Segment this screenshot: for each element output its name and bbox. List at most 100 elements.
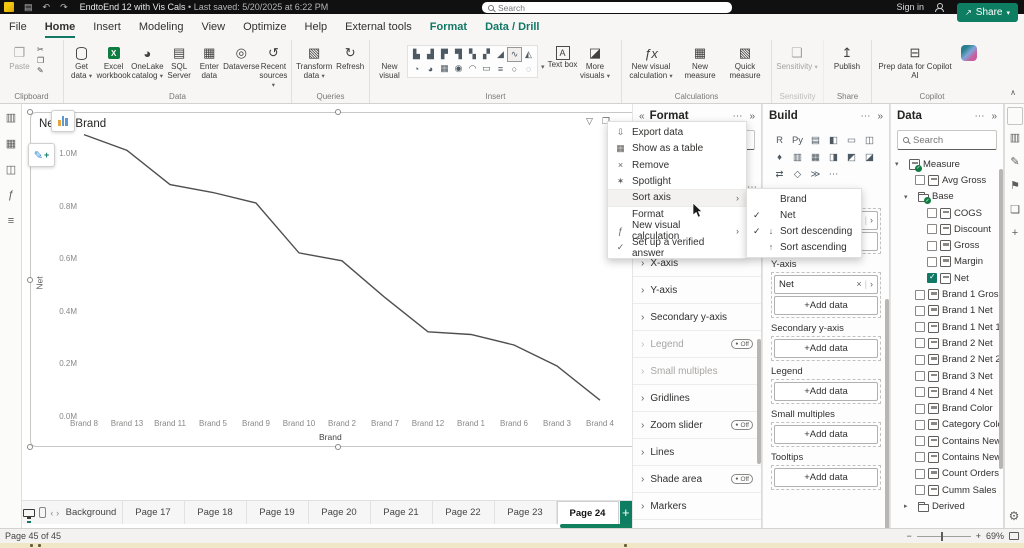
add-data-button[interactable]: +Add data <box>774 296 878 315</box>
resize-handle[interactable] <box>27 277 33 283</box>
gallery-dropdown-icon[interactable]: ▾ <box>539 63 547 71</box>
zoom-out-icon[interactable]: − <box>906 531 911 541</box>
save-icon[interactable]: ▤ <box>24 2 33 13</box>
field-checkbox[interactable] <box>915 436 925 447</box>
field-pill[interactable]: Net <box>774 275 878 294</box>
visual-type-icon[interactable]: ▭ <box>843 132 860 148</box>
menu-tab-format[interactable]: Format <box>421 16 476 38</box>
field-checkbox[interactable] <box>915 387 925 398</box>
menu-item-show-as-table[interactable]: ▦ Show as a table <box>608 141 746 158</box>
field-contains-new-2[interactable]: Contains New... <box>891 449 1003 465</box>
copy-icon[interactable]: ❐ <box>37 56 44 66</box>
visual-type-icon[interactable]: ♦ <box>771 149 788 165</box>
format-section-markers[interactable]: Markers <box>633 493 761 520</box>
visual-type-icon[interactable]: ▙ <box>410 48 423 61</box>
field-checkbox[interactable] <box>915 175 925 186</box>
refresh-button[interactable]: ↻ Refresh <box>334 42 366 71</box>
field-cogs[interactable]: COGS <box>891 205 1003 221</box>
share-button[interactable]: ↗ Share ▾ <box>957 3 1018 22</box>
expand-pane-icon[interactable]: » <box>877 111 883 122</box>
line-chart-visual[interactable]: Net by Brand ▽ ❐ ⋯ Net Brand 0.0M0.2M0.4… <box>27 109 648 450</box>
page-tab-background[interactable]: Background <box>61 501 123 524</box>
new-page-button[interactable]: + <box>619 501 632 524</box>
menu-item-export-data[interactable]: ⇩ Export data <box>608 124 746 141</box>
field-brand-1-net[interactable]: Brand 1 Net <box>891 303 1003 319</box>
field-checkbox[interactable] <box>915 419 925 430</box>
visual-type-icon[interactable]: ◩ <box>843 149 860 165</box>
page-tab-20[interactable]: Page 20 <box>309 501 371 524</box>
menu-tab-view[interactable]: View <box>192 16 234 38</box>
expand-icon[interactable]: ▸ <box>904 502 912 510</box>
field-checkbox[interactable] <box>927 240 937 251</box>
add-data-button[interactable]: +Add data <box>774 382 878 401</box>
sql-server-button[interactable]: ▤ SQL Server <box>165 42 194 80</box>
field-brand-1-net-1[interactable]: Brand 1 Net 1 <box>891 319 1003 335</box>
toggle-off[interactable]: Off <box>731 474 753 484</box>
visual-type-icon[interactable]: ▞ <box>480 48 493 61</box>
field-measure[interactable]: ▾ Measure <box>891 156 1003 172</box>
page-tab-19[interactable]: Page 19 <box>247 501 309 524</box>
visual-type-icon[interactable]: ▭ <box>480 62 493 75</box>
account-icon[interactable] <box>934 3 944 12</box>
copilot-button[interactable] <box>956 42 982 62</box>
visual-type-icon[interactable]: ▟ <box>424 48 437 61</box>
field-checkbox[interactable] <box>915 322 925 333</box>
format-section-legend[interactable]: Legend Off <box>633 331 761 358</box>
visual-type-icon[interactable]: ◧ <box>825 132 842 148</box>
global-search[interactable] <box>482 2 732 13</box>
menu-tab-help[interactable]: Help <box>296 16 337 38</box>
format-section-gridlines[interactable]: Gridlines <box>633 385 761 412</box>
field-checkbox[interactable] <box>927 208 937 219</box>
visual-type-icon[interactable]: ∿ <box>507 47 522 62</box>
on-object-change-visual-button[interactable] <box>51 110 75 132</box>
menu-tab-home[interactable]: Home <box>36 16 85 38</box>
data-pane-icon[interactable] <box>1006 107 1023 125</box>
visual-type-icon[interactable]: ◨ <box>825 149 842 165</box>
page-tab-24[interactable]: Page 24 <box>556 501 619 524</box>
visual-type-icon[interactable]: ▦ <box>807 149 824 165</box>
page-tab-21[interactable]: Page 21 <box>371 501 433 524</box>
menu-tab-modeling[interactable]: Modeling <box>130 16 193 38</box>
data-view-icon[interactable]: ▦ <box>0 130 22 156</box>
expand-pane-icon[interactable]: » <box>749 111 755 122</box>
page-tab-18[interactable]: Page 18 <box>185 501 247 524</box>
field-brand-3-net[interactable]: Brand 3 Net <box>891 368 1003 384</box>
cut-icon[interactable]: ✂ <box>37 45 44 55</box>
desktop-layout-button[interactable] <box>22 501 36 524</box>
recent-sources-button[interactable]: ↺ Recent sources ▾ <box>259 42 288 90</box>
more-options-icon[interactable]: ⋯ <box>732 111 742 122</box>
menu-tab-optimize[interactable]: Optimize <box>234 16 295 38</box>
field-checkbox[interactable] <box>915 338 925 349</box>
search-input[interactable] <box>498 2 698 13</box>
paste-button[interactable]: ❐ Paste <box>3 42 36 71</box>
format-painter-icon[interactable]: ✎ <box>37 66 44 76</box>
format-pane-icon[interactable]: ✎ <box>1005 149 1024 173</box>
text-box-button[interactable]: A Text box <box>548 42 578 69</box>
page-tab-22[interactable]: Page 22 <box>433 501 495 524</box>
field-margin[interactable]: Margin <box>891 254 1003 270</box>
field-checkbox[interactable] <box>915 371 925 381</box>
field-checkbox[interactable] <box>915 452 925 463</box>
zoom-slider-thumb[interactable] <box>940 531 943 541</box>
visual-type-icon[interactable]: ≡ <box>494 62 507 75</box>
toggle-off[interactable]: Off <box>731 339 753 349</box>
add-data-button[interactable]: +Add data <box>774 425 878 444</box>
field-checkbox[interactable] <box>915 354 925 365</box>
field-dropdown-icon[interactable] <box>867 215 873 226</box>
expand-pane-icon[interactable]: » <box>991 111 997 122</box>
get-data-button[interactable]: Get data ▾ <box>67 42 96 81</box>
field-net[interactable]: Net <box>891 270 1003 286</box>
transform-data-button[interactable]: ▧ Transform data ▾ <box>295 42 333 81</box>
visual-type-icon[interactable]: ○ <box>508 62 521 75</box>
field-contains-new[interactable]: Contains New <box>891 433 1003 449</box>
visual-type-icon[interactable]: ◠ <box>466 62 479 75</box>
visual-type-icon[interactable]: R <box>771 132 788 148</box>
quick-measure-button[interactable]: ▧ Quick measure <box>723 42 767 80</box>
field-gross[interactable]: Gross <box>891 237 1003 253</box>
more-options-icon[interactable]: ⋯ <box>860 111 870 122</box>
on-object-format-button[interactable]: ✎ + <box>28 143 55 167</box>
visual-type-icon[interactable]: ⋯ <box>825 166 842 182</box>
submenu-item-sort-descending[interactable]: ✓ ↓ Sort descending <box>747 223 861 239</box>
format-section-zoom-slider[interactable]: Zoom slider Off <box>633 412 761 439</box>
visual-type-icon[interactable]: ≫ <box>807 166 824 182</box>
